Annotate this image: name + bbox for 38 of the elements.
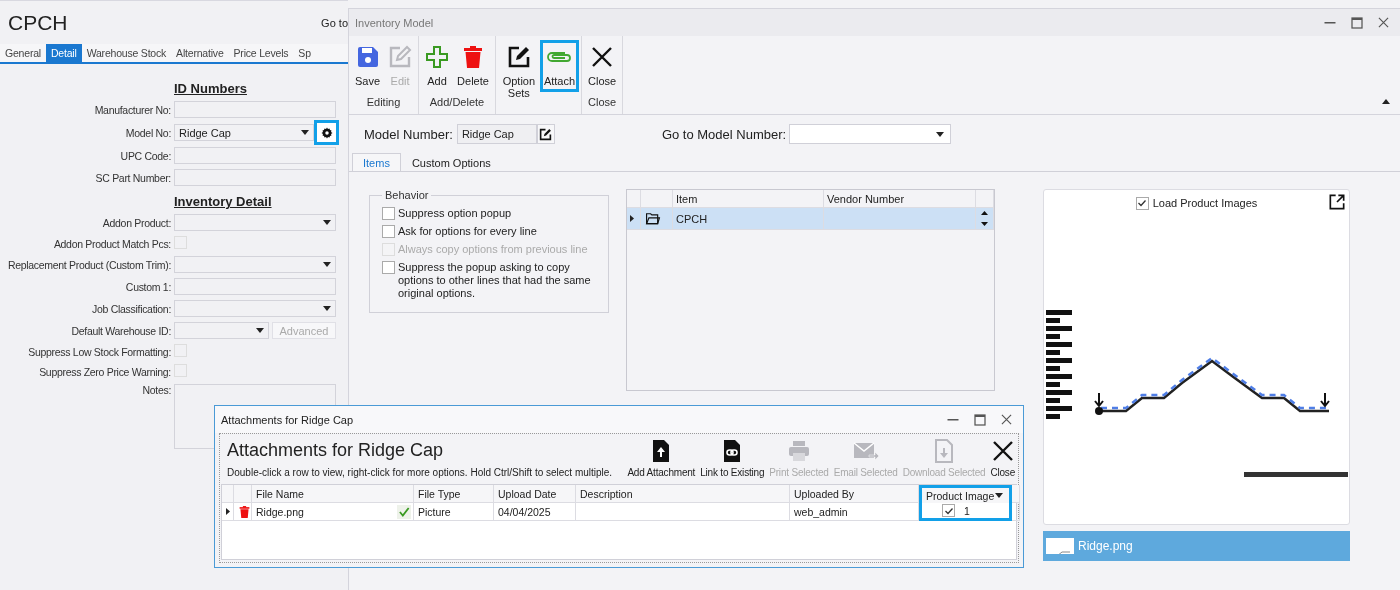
table-cell: web_admin — [790, 503, 919, 521]
field-label: Notes: — [141, 384, 171, 396]
field-label: Go to Model Number: — [661, 126, 787, 142]
option-label: Always copy options from previous line — [398, 243, 588, 256]
field-label: UPC Code: — [119, 149, 171, 162]
field-label: Model Number: — [364, 126, 453, 142]
dialog-heading: Attachments for Ridge Cap — [227, 440, 445, 461]
table-cell: Ridge.png — [256, 505, 304, 518]
option-label: Suppress the popup asking to copy options to other lines that had the same original options. — [398, 261, 592, 300]
field-label: SC Part Number: — [94, 171, 171, 184]
record-title: CPCH — [8, 10, 68, 35]
group-label: Add/Delete — [428, 96, 486, 110]
goto-label: Go to — [321, 16, 348, 29]
field-label: Suppress Zero Price Warning: — [38, 365, 171, 378]
table-cell: Picture — [414, 503, 494, 521]
field-label: Custom 1: — [124, 280, 171, 293]
instruction-text: Double-click a row to view, right-click for more options. Hold Ctrl/Shift to select multiple. — [227, 467, 613, 478]
dialog-title: Attachments for Ridge Cap — [221, 413, 354, 426]
field-label: Job Classification: — [91, 302, 171, 315]
field-label: Model No: — [124, 126, 171, 139]
field-label: Addon Product Match Pcs: — [52, 237, 171, 250]
table-cell: 04/04/2025 — [494, 503, 576, 521]
field-label: Addon Product: — [101, 216, 171, 229]
group-label: Close — [587, 96, 618, 110]
option-label: Suppress option popup — [398, 207, 512, 220]
window-title: Inventory Model — [355, 16, 434, 29]
table-cell: 1 — [964, 504, 970, 517]
section-heading: Inventory Detail — [174, 193, 273, 209]
group-label: Editing — [365, 96, 402, 110]
field-label: Manufacturer No: — [93, 103, 171, 116]
group-title: Behavior — [384, 189, 430, 201]
option-label: Ask for options for every line — [398, 225, 537, 238]
field-label: Default Warehouse ID: — [70, 324, 171, 337]
checkbox-label: Load Product Images — [1152, 197, 1258, 209]
table-cell: CPCH — [673, 208, 824, 230]
field-label: Suppress Low Stock Formatting: — [27, 345, 171, 358]
field-label: Replacement Product (Custom Trim): — [6, 258, 171, 271]
section-heading: ID Numbers — [174, 80, 248, 96]
